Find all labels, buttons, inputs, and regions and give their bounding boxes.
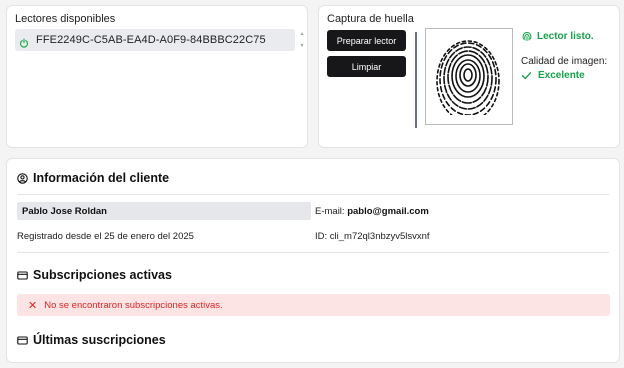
clear-button[interactable]: Limpiar xyxy=(327,56,406,77)
quality-value: Excelente xyxy=(521,70,585,81)
capture-panel: Captura de huella Preparar lector Limpia… xyxy=(318,5,620,148)
email-label: E-mail: xyxy=(315,206,345,217)
last-subscriptions-header: Últimas suscripciones xyxy=(17,333,166,347)
no-subscriptions-text: No se encontraron subscripciones activas… xyxy=(44,299,223,311)
client-name: Pablo Jose Roldan xyxy=(17,202,311,220)
client-registered-date: Registrado desde el 25 de enero del 2025 xyxy=(17,231,194,242)
quality-label: Calidad de imagen: xyxy=(521,56,608,67)
vertical-divider xyxy=(415,32,417,128)
readers-title: Lectores disponibles xyxy=(15,13,116,25)
readers-panel: Lectores disponibles FFE2249C-C5AB-EA4D-… xyxy=(6,5,308,148)
quality-value-text: Excelente xyxy=(538,70,585,81)
client-panel: Información del cliente Pablo Jose Rolda… xyxy=(6,158,620,363)
active-subscriptions-title: Subscripciones activas xyxy=(33,268,172,282)
client-email: E-mail: pablo@gmail.com xyxy=(315,206,429,217)
email-value: pablo@gmail.com xyxy=(347,206,429,217)
reader-list-scrollbar[interactable]: ▲ ▼ xyxy=(297,29,307,51)
capture-title: Captura de huella xyxy=(327,13,414,25)
client-id: ID: cli_m72ql3nbzyv5lsvxnf xyxy=(315,231,430,242)
reader-list[interactable]: FFE2249C-C5AB-EA4D-A0F9-84BBBC22C75 ▲ ▼ xyxy=(15,29,307,51)
no-subscriptions-alert: ✕ No se encontraron subscripciones activ… xyxy=(17,294,610,316)
reader-status: Lector listo. xyxy=(521,30,594,42)
credit-card-icon xyxy=(17,335,28,346)
check-icon xyxy=(521,70,532,81)
power-icon xyxy=(19,35,29,48)
prepare-reader-button[interactable]: Preparar lector xyxy=(327,30,406,51)
divider xyxy=(17,194,609,195)
fingerprint-image xyxy=(425,28,513,125)
last-subscriptions-title: Últimas suscripciones xyxy=(33,333,166,347)
fingerprint-icon xyxy=(426,40,512,124)
user-circle-icon xyxy=(17,172,28,184)
client-info-title: Información del cliente xyxy=(33,171,170,185)
reader-id: FFE2249C-C5AB-EA4D-A0F9-84BBBC22C75 xyxy=(36,34,266,46)
credit-card-icon xyxy=(17,270,28,281)
divider xyxy=(17,252,609,253)
active-subscriptions-header: Subscripciones activas xyxy=(17,268,172,282)
scroll-down-icon[interactable]: ▼ xyxy=(300,43,305,49)
client-info-header: Información del cliente xyxy=(17,171,169,185)
reader-status-text: Lector listo. xyxy=(537,30,594,42)
fingerprint-status-icon xyxy=(521,30,533,42)
reader-item[interactable]: FFE2249C-C5AB-EA4D-A0F9-84BBBC22C75 xyxy=(15,29,295,51)
x-icon: ✕ xyxy=(28,299,38,312)
scroll-up-icon[interactable]: ▲ xyxy=(300,31,305,37)
